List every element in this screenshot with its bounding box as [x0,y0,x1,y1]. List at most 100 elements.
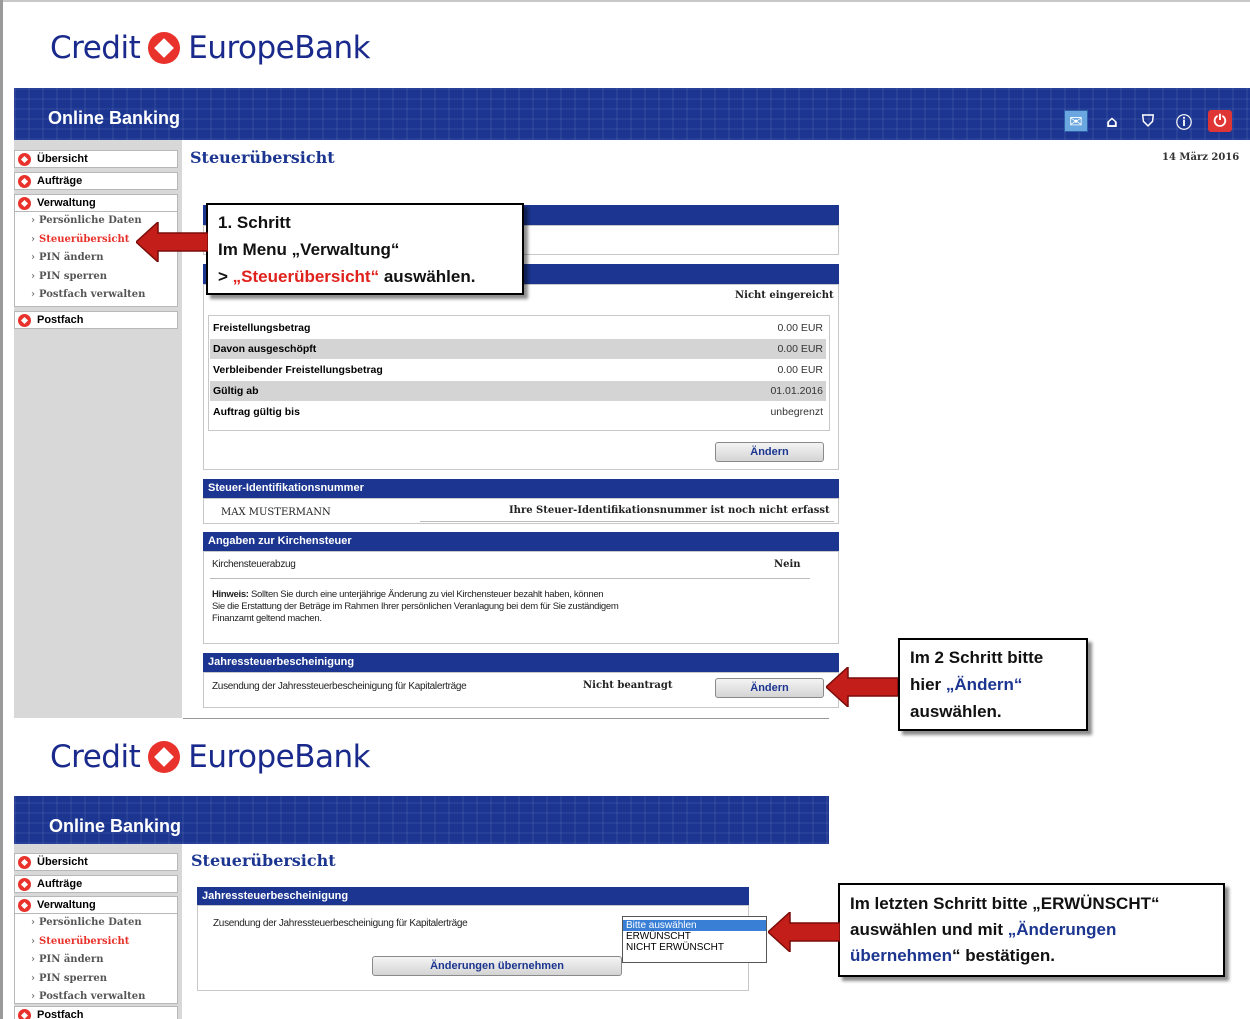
menu-verwaltung-label: Verwaltung [37,899,96,911]
callout-2-line2: hier „Ändern“ [910,675,1023,694]
callout-step-3: Im letzten Schritt bitte „ERWÜNSCHT“ aus… [838,883,1225,977]
logo-bank: Bank [294,30,371,66]
row-label: Freistellungsbetrag [213,322,311,334]
menu-dot-icon [18,899,31,912]
submenu-postfach-verwalten[interactable]: Postfach verwalten [15,286,177,305]
top-banner: Online Banking ✉ ⌂ ⛉ ⓘ ⏻ [14,88,1250,140]
logo-bank: Bank [294,739,371,775]
menu-dot-icon [18,197,31,210]
menu-verwaltung[interactable]: Verwaltung [14,194,178,212]
jahressteuer-label: Zusendung der Jahressteuerbescheinigung … [212,681,467,692]
page-date: 14 März 2016 [1162,152,1240,163]
row-label: Auftrag gültig bis [213,406,300,418]
jahressteuer-header: Jahressteuerbescheinigung [203,653,839,672]
menu-postfach-label: Postfach [37,314,84,326]
callout-3-line2: auswählen und mit „Änderungen [850,920,1117,939]
jahressteuer-header: Jahressteuerbescheinigung [197,887,749,905]
table-row: Freistellungsbetrag 0.00 EUR [210,318,826,338]
logout-icon[interactable]: ⏻ [1208,110,1232,132]
menu-auftraege[interactable]: Aufträge [14,172,178,190]
aenderungen-uebernehmen-button[interactable]: Änderungen übernehmen [372,956,622,976]
submenu-steueruebersicht[interactable]: Steuerübersicht [15,933,177,952]
menu-verwaltung[interactable]: Verwaltung [14,896,178,914]
row-value: unbegrenzt [770,406,823,418]
steuer-id-header: Steuer-Identifikationsnummer [203,479,839,498]
callout-1-line3: > „Steuerübersicht“ auswählen. [218,267,476,286]
table-row: Auftrag gültig bis unbegrenzt [210,402,826,422]
freistellung-aendern-button[interactable]: Ändern [715,442,824,462]
callout-2-line3: auswählen. [910,702,1002,721]
submenu-pin-aendern[interactable]: PIN ändern [15,951,177,970]
menu-dot-icon [18,856,31,869]
menu-uebersicht[interactable]: Übersicht [14,853,178,871]
submenu-pin-sperren[interactable]: PIN sperren [15,970,177,989]
menu-uebersicht-label: Übersicht [37,856,88,868]
callout-1-line1: 1. Schritt [218,213,291,232]
callout-2-line1: Im 2 Schritt bitte [910,648,1044,667]
arrow-left-icon [826,667,898,707]
menu-uebersicht[interactable]: Übersicht [14,150,178,168]
online-banking-title: Online Banking [49,816,182,836]
window-frame-left [0,0,3,1019]
verwaltung-submenu: Persönliche Daten Steuerübersicht PIN än… [14,914,178,1007]
arrow-left-icon [768,912,840,952]
logo-mark-icon [148,741,181,773]
hint-text: Sollten Sie durch eine unterjährige Ände… [251,589,604,600]
arrow-left-icon [136,222,208,262]
kirchensteuer-hint-line2: Sie die Erstattung der Beträge im Rahmen… [212,601,619,612]
table-row: Gültig ab 01.01.2016 [210,381,826,401]
logo-mark-icon [148,32,181,64]
bank-logo: Credit Europe Bank [50,30,371,66]
callout-step-2: Im 2 Schritt bitte hier „Ändern“ auswähl… [898,638,1088,731]
row-label: Davon ausgeschöpft [213,343,317,355]
jahressteuer-status: Nicht beantragt [583,680,673,691]
menu-dot-icon [18,1009,31,1019]
kirchensteuer-label: Kirchensteuerabzug [212,559,296,570]
shield-icon[interactable]: ⛉ [1136,110,1160,132]
table-row: Verbleibender Freistellungsbetrag 0.00 EU… [210,360,826,380]
menu-auftraege[interactable]: Aufträge [14,875,178,893]
row-value: 0.00 EUR [777,364,823,376]
select-option[interactable]: ERWÜNSCHT [623,931,766,942]
kirchensteuer-value: Nein [774,559,801,570]
row-label: Gültig ab [213,385,259,397]
logo-credit: Credit [50,739,141,775]
online-banking-title: Online Banking [48,108,181,128]
hint-label: Hinweis: [212,589,249,600]
logo-europe: Europe [188,30,295,66]
kirchensteuer-hint-line1: Hinweis: Sollten Sie durch eine unterjäh… [212,589,604,600]
menu-verwaltung-label: Verwaltung [37,197,96,209]
window-frame-top [0,0,1250,2]
row-value: 01.01.2016 [770,385,823,397]
freistellung-status: Nicht eingereicht [735,290,834,301]
row-value: 0.00 EUR [777,322,823,334]
menu-dot-icon [18,153,31,166]
callout-3-line3: übernehmen“ bestätigen. [850,946,1055,965]
divider [210,578,810,579]
jahressteuer-label: Zusendung der Jahressteuerbescheinigung … [213,918,468,929]
submenu-persoenliche-daten[interactable]: Persönliche Daten [15,914,177,933]
submenu-pin-sperren[interactable]: PIN sperren [15,268,177,287]
mail-icon[interactable]: ✉ [1064,110,1088,132]
divider [420,521,834,522]
zusendung-select[interactable]: Bitte auswählen ERWÜNSCHT NICHT ERWÜNSCH… [622,916,767,963]
callout-1-line2: Im Menu „Verwaltung“ [218,240,400,259]
menu-dot-icon [18,175,31,188]
menu-dot-icon [18,878,31,891]
banner-icons: ✉ ⌂ ⛉ ⓘ ⏻ [1064,110,1232,132]
logo-europe: Europe [188,739,295,775]
page-title: Steuerübersicht [190,148,335,167]
row-value: 0.00 EUR [777,343,823,355]
jahressteuer-aendern-button[interactable]: Ändern [715,678,824,698]
submenu-postfach-verwalten[interactable]: Postfach verwalten [15,988,177,1007]
info-icon[interactable]: ⓘ [1172,110,1196,132]
select-option[interactable]: NICHT ERWÜNSCHT [623,942,766,953]
select-option[interactable]: Bitte auswählen [623,920,766,931]
home-icon[interactable]: ⌂ [1100,110,1124,132]
screen-separator [183,718,829,719]
table-row: Davon ausgeschöpft 0.00 EUR [210,339,826,359]
menu-postfach[interactable]: Postfach [14,311,178,329]
menu-auftraege-label: Aufträge [37,175,83,187]
menu-postfach[interactable]: Postfach [14,1006,178,1019]
menu-dot-icon [18,314,31,327]
